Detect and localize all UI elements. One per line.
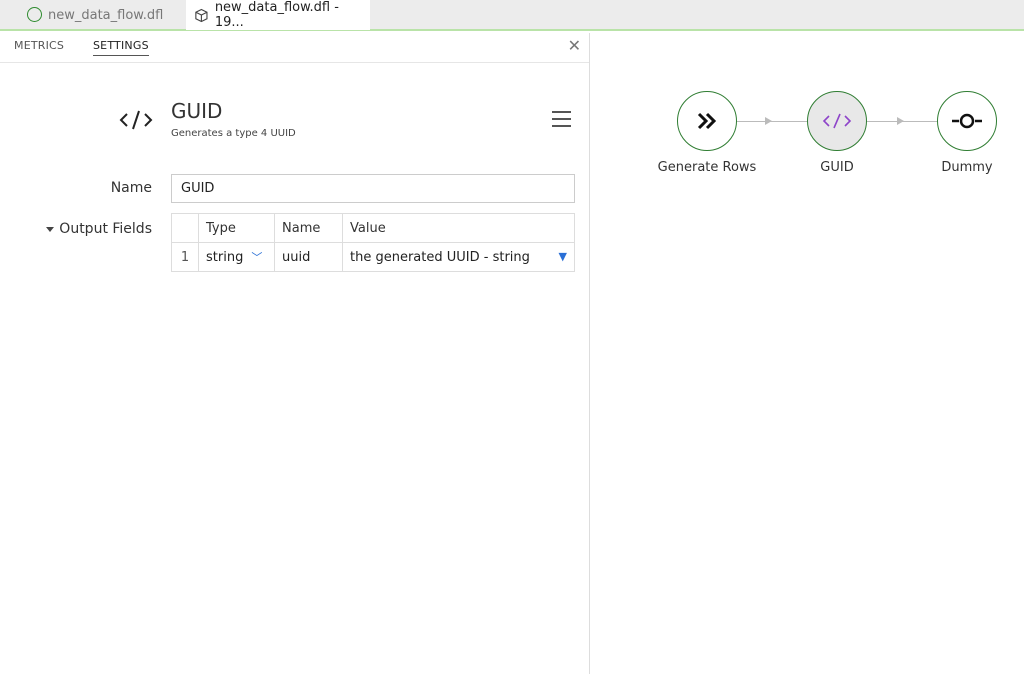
code-icon — [822, 113, 852, 129]
double-chevron-icon — [697, 112, 717, 130]
node-label: Dummy — [941, 160, 993, 175]
connector-line — [737, 121, 807, 122]
column-header-name: Name — [274, 213, 343, 243]
tab-settings[interactable]: SETTINGS — [93, 39, 149, 56]
node-label: GUID — [820, 160, 854, 175]
output-fields-toggle[interactable]: Output Fields — [30, 221, 152, 237]
tab-label: new_data_flow.dfl - 19... — [214, 0, 339, 30]
tab-new-data-flow-active[interactable]: new_data_flow.dfl - 19... — [186, 0, 370, 30]
value-select[interactable]: the generated UUID - string ▼ — [342, 242, 575, 272]
close-icon[interactable]: ✕ — [568, 36, 581, 55]
name-input[interactable] — [171, 174, 575, 203]
output-fields-table: Type Name Value 1 string ﹀ uuid the gener… — [171, 213, 575, 272]
field-name-value: uuid — [282, 249, 311, 265]
tab-metrics[interactable]: METRICS — [14, 39, 64, 52]
step-title: GUID — [171, 99, 223, 123]
node-guid[interactable] — [807, 91, 867, 151]
tab-new-data-flow[interactable]: new_data_flow.dfl — [0, 0, 182, 30]
caret-down-icon — [46, 226, 55, 232]
node-dummy[interactable] — [937, 91, 997, 151]
type-select[interactable]: string ﹀ — [198, 242, 275, 272]
output-fields-label: Output Fields — [59, 221, 152, 237]
table-header-row: Type Name Value — [171, 213, 575, 243]
row-number-header — [171, 213, 199, 243]
chevron-down-icon: ﹀ — [251, 251, 263, 264]
circle-icon — [27, 7, 42, 22]
type-value: string — [206, 250, 244, 265]
dummy-icon — [952, 113, 982, 129]
value-text: the generated UUID - string — [350, 249, 530, 265]
name-label: Name — [110, 180, 152, 196]
chevron-down-icon: ▼ — [558, 249, 567, 263]
flow-canvas[interactable]: Generate Rows GUID Dummy — [591, 33, 1024, 674]
step-subtitle: Generates a type 4 UUID — [171, 128, 296, 139]
column-header-type: Type — [198, 213, 275, 243]
arrow-icon — [765, 117, 772, 125]
table-row: 1 string ﹀ uuid the generated UUID - stri… — [171, 242, 575, 272]
row-number: 1 — [171, 242, 199, 272]
step-settings-panel: METRICS SETTINGS ✕ GUID Generates a type… — [0, 33, 590, 674]
node-generate-rows[interactable] — [677, 91, 737, 151]
code-icon — [119, 110, 153, 130]
arrow-icon — [897, 117, 904, 125]
hamburger-menu-icon[interactable] — [552, 111, 571, 127]
field-name-cell[interactable]: uuid — [274, 242, 343, 272]
tab-bar: new_data_flow.dfl new_data_flow.dfl - 19… — [0, 0, 1024, 31]
column-header-value: Value — [342, 213, 575, 243]
cube-icon — [195, 8, 208, 22]
panel-subtabs: METRICS SETTINGS ✕ — [0, 33, 589, 63]
tab-label: new_data_flow.dfl — [48, 7, 164, 23]
node-label: Generate Rows — [657, 160, 757, 175]
